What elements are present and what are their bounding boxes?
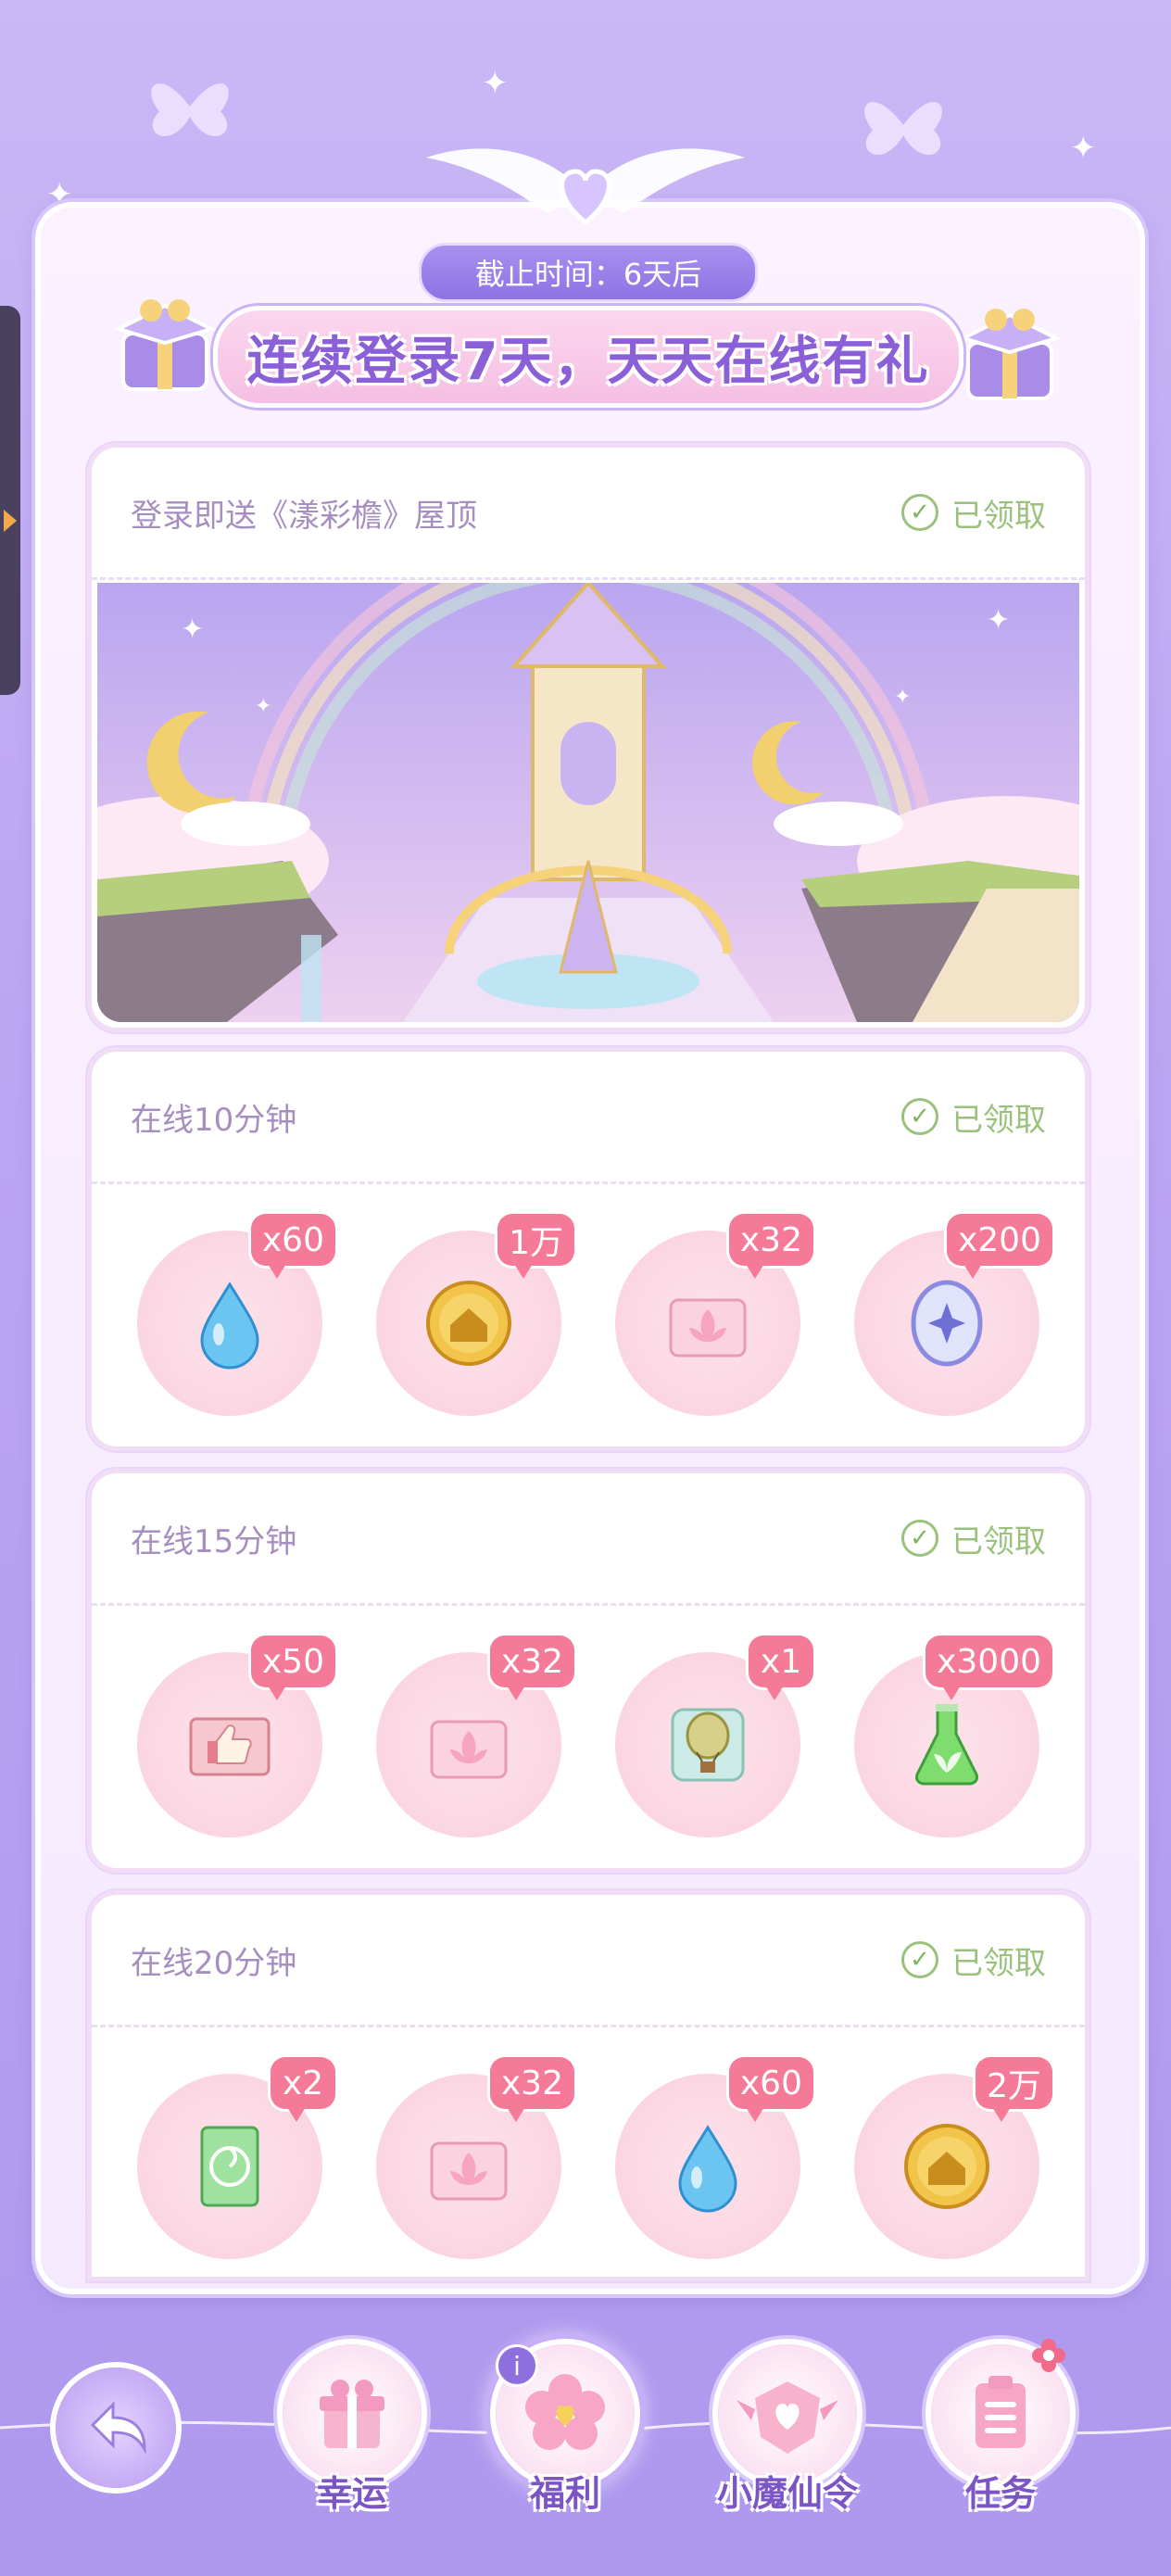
check-circle-icon: ✓ bbox=[901, 494, 938, 531]
nav-lucky-button[interactable] bbox=[283, 2344, 422, 2483]
claimed-status: ✓ 已领取 bbox=[901, 1516, 1046, 1561]
reward-item[interactable]: 1万 bbox=[367, 1214, 574, 1425]
quantity-badge: x2 bbox=[271, 2057, 335, 2122]
emblem-icon bbox=[737, 2381, 838, 2454]
card-title: 在线10分钟 bbox=[131, 1101, 297, 1139]
reward-list: x2 x32 x60 2万 bbox=[92, 2027, 1085, 2268]
gold-coin-icon bbox=[904, 2124, 989, 2209]
claimed-status: ✓ 已领取 bbox=[901, 1938, 1046, 1983]
quantity-badge: x32 bbox=[489, 1635, 574, 1700]
side-drawer-handle[interactable] bbox=[0, 306, 20, 695]
card-header: 登录即送《漾彩檐》屋顶 ✓ 已领取 bbox=[92, 448, 1085, 580]
reward-item[interactable]: x32 bbox=[367, 2057, 574, 2268]
status-text: 已领取 bbox=[951, 1101, 1046, 1139]
gift-icon bbox=[320, 2380, 384, 2448]
deadline-badge: 截止时间：6天后 bbox=[419, 243, 758, 302]
card-title: 登录即送《漾彩檐》屋顶 bbox=[131, 497, 477, 535]
gift-box-icon bbox=[113, 299, 217, 391]
quantity-badge: x32 bbox=[728, 1214, 813, 1279]
reward-item[interactable]: x60 bbox=[606, 2057, 813, 2268]
nav-lucky-label[interactable]: 幸运 bbox=[250, 2465, 454, 2516]
event-title: 连续登录7天，天天在线有礼 bbox=[246, 331, 930, 392]
reward-item[interactable]: x60 bbox=[128, 1214, 335, 1425]
butterfly-icon bbox=[864, 101, 942, 156]
reward-item[interactable]: x3000 bbox=[845, 1635, 1052, 1847]
check-circle-icon: ✓ bbox=[901, 1098, 938, 1135]
back-arrow-icon bbox=[90, 2401, 146, 2455]
quantity-badge: x32 bbox=[489, 2057, 574, 2122]
reward-card-10min: 在线10分钟 ✓ 已领取 x60 1万 x32 x200 bbox=[87, 1047, 1089, 1451]
reward-item[interactable]: x2 bbox=[128, 2057, 335, 2268]
login-reward-card: 登录即送《漾彩檐》屋顶 ✓ 已领取 ✦ ✦ ✦ ✦ bbox=[87, 443, 1089, 1032]
svg-text:✦: ✦ bbox=[987, 604, 1010, 637]
quantity-badge: x60 bbox=[250, 1214, 335, 1279]
magic-orb-icon bbox=[911, 1280, 983, 1367]
reward-item[interactable]: x32 bbox=[606, 1214, 813, 1425]
chevron-right-icon bbox=[4, 510, 17, 532]
info-icon[interactable]: i bbox=[496, 2344, 538, 2387]
nav-welfare-label[interactable]: 福利 bbox=[463, 2465, 667, 2516]
svg-text:✦: ✦ bbox=[255, 695, 271, 718]
leaf-card-icon bbox=[200, 2126, 259, 2207]
check-circle-icon: ✓ bbox=[901, 1941, 938, 1978]
card-title: 在线15分钟 bbox=[131, 1522, 297, 1560]
reward-item[interactable]: x50 bbox=[128, 1635, 335, 1847]
claimed-status: ✓ 已领取 bbox=[901, 490, 1046, 536]
card-header: 在线15分钟 ✓ 已领取 bbox=[92, 1473, 1085, 1606]
reward-card-20min: 在线20分钟 ✓ 已领取 x2 x32 x60 2万 bbox=[87, 1890, 1089, 2281]
sparkle-icon: ✦ bbox=[482, 65, 509, 102]
reward-item[interactable]: x200 bbox=[845, 1214, 1052, 1425]
potion-flask-icon bbox=[915, 1704, 978, 1786]
reward-list: x60 1万 x32 x200 bbox=[92, 1184, 1085, 1425]
check-circle-icon: ✓ bbox=[901, 1520, 938, 1557]
flower-badge-icon bbox=[1032, 2339, 1065, 2372]
quantity-badge: x50 bbox=[250, 1635, 335, 1700]
event-title-banner: 连续登录7天，天天在线有礼 bbox=[213, 306, 963, 408]
quantity-badge: x1 bbox=[749, 1635, 813, 1700]
nav-tasks-label[interactable]: 任务 bbox=[899, 2465, 1102, 2516]
reward-item[interactable]: 2万 bbox=[845, 2057, 1052, 2268]
gift-box-icon bbox=[958, 309, 1062, 400]
quantity-badge: 2万 bbox=[976, 2057, 1052, 2122]
status-text: 已领取 bbox=[951, 1522, 1046, 1560]
card-title: 在线20分钟 bbox=[131, 1944, 297, 1982]
reward-item[interactable]: x32 bbox=[367, 1635, 574, 1847]
wings-heart-icon bbox=[426, 148, 745, 226]
card-header: 在线20分钟 ✓ 已领取 bbox=[92, 1895, 1085, 2027]
lotus-card-icon bbox=[430, 2141, 508, 2201]
sparkle-icon: ✦ bbox=[1070, 130, 1097, 167]
svg-text:✦: ✦ bbox=[894, 686, 911, 709]
hot-air-balloon-icon bbox=[671, 1708, 745, 1782]
reward-item[interactable]: x1 bbox=[606, 1635, 813, 1847]
lotus-card-icon bbox=[669, 1298, 747, 1357]
nav-fairy-pass-label[interactable]: 小魔仙令 bbox=[686, 2465, 889, 2516]
quantity-badge: x60 bbox=[728, 2057, 813, 2122]
water-drop-icon bbox=[200, 1282, 259, 1370]
lotus-card-icon bbox=[430, 1720, 508, 1779]
gold-coin-icon bbox=[426, 1281, 511, 1366]
quantity-badge: x200 bbox=[946, 1214, 1052, 1279]
roof-preview-image: ✦ ✦ ✦ ✦ bbox=[97, 583, 1079, 1022]
quantity-badge: x3000 bbox=[925, 1635, 1052, 1700]
claimed-status: ✓ 已领取 bbox=[901, 1094, 1046, 1140]
quantity-badge: 1万 bbox=[497, 1214, 574, 1279]
card-header: 在线10分钟 ✓ 已领取 bbox=[92, 1052, 1085, 1184]
reward-list: x50 x32 x1 x3000 bbox=[92, 1606, 1085, 1847]
status-text: 已领取 bbox=[951, 497, 1046, 535]
butterfly-icon bbox=[151, 82, 229, 137]
reward-card-15min: 在线15分钟 ✓ 已领取 x50 x32 x1 x3000 bbox=[87, 1469, 1089, 1873]
status-text: 已领取 bbox=[951, 1944, 1046, 1982]
thumbs-up-card-icon bbox=[189, 1717, 271, 1776]
nav-fairy-pass-button[interactable] bbox=[718, 2344, 857, 2483]
back-button[interactable] bbox=[56, 2368, 176, 2488]
deadline-text: 截止时间：6天后 bbox=[474, 257, 702, 292]
water-drop-icon bbox=[678, 2125, 737, 2213]
svg-text:✦: ✦ bbox=[181, 613, 204, 646]
